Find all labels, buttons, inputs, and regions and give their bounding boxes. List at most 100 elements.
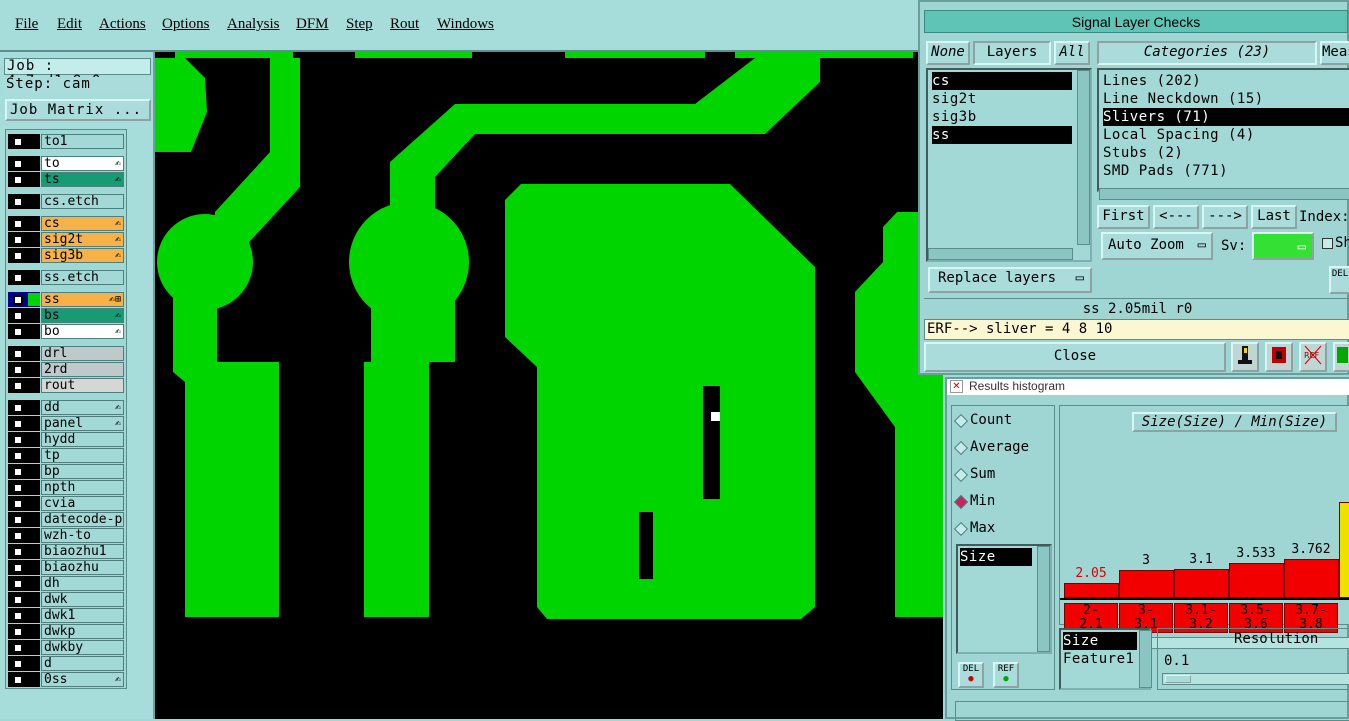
layer-checkbox[interactable]	[13, 451, 23, 461]
layer-checkbox[interactable]	[13, 403, 23, 413]
radio-min[interactable]: Min	[953, 493, 995, 510]
last-button[interactable]: Last	[1251, 205, 1297, 229]
menu-rout[interactable]: Rout	[390, 16, 419, 33]
layer-list-item[interactable]: sig2t	[932, 90, 977, 108]
menu-windows[interactable]: Windows	[437, 16, 494, 33]
layer-checkbox[interactable]	[13, 251, 23, 261]
category-item-selected[interactable]: Slivers (71)	[1103, 108, 1349, 126]
layer-row-bp[interactable]: bp	[8, 464, 127, 479]
layer-name[interactable]: sig3b ✍	[41, 248, 124, 263]
category-item[interactable]: Stubs (2)	[1103, 144, 1183, 162]
layer-row-ts[interactable]: ts ✍	[8, 172, 127, 187]
slider-handle[interactable]	[1165, 675, 1191, 683]
del-button-small[interactable]: DEL	[1329, 266, 1349, 294]
sh-checkbox[interactable]	[1322, 238, 1333, 249]
layer-select-list[interactable]: cs sig2t sig3b ss	[926, 68, 1092, 262]
layer-name[interactable]: ss.etch	[41, 270, 124, 285]
layer-checkbox[interactable]	[13, 499, 23, 509]
ref-button[interactable]: REF ●	[993, 662, 1019, 688]
layer-name[interactable]: biaozhu	[41, 560, 124, 575]
layer-checkbox[interactable]	[13, 435, 23, 445]
auto-zoom-dropdown[interactable]: Auto Zoom ▭	[1101, 232, 1213, 260]
histogram-bar[interactable]	[1064, 583, 1119, 598]
all-button[interactable]: All	[1054, 41, 1090, 65]
layer-row-dwk[interactable]: dwk	[8, 592, 127, 607]
field-list-scrollbar[interactable]	[1037, 546, 1050, 652]
first-button[interactable]: First	[1097, 205, 1150, 229]
layer-row-dh[interactable]: dh	[8, 576, 127, 591]
layer-name[interactable]: biaozhu1	[41, 544, 124, 559]
next-tool-icon[interactable]	[1333, 342, 1349, 372]
layer-list-hscroll[interactable]	[928, 248, 1073, 260]
category-item[interactable]: SMD Pads (771)	[1103, 162, 1228, 180]
resolution-slider[interactable]	[1162, 673, 1349, 685]
layer-name[interactable]: cvia	[41, 496, 124, 511]
layer-row-dwkp[interactable]: dwkp	[8, 624, 127, 639]
layer-row-ss.etch[interactable]: ss.etch	[8, 270, 127, 285]
layer-name[interactable]: panel ✍	[41, 416, 124, 431]
layer-name[interactable]: dwkp	[41, 624, 124, 639]
histogram-bar[interactable]	[1174, 569, 1229, 598]
category-item[interactable]: Lines (202)	[1103, 72, 1201, 90]
histogram-bar[interactable]	[1229, 563, 1284, 598]
layer-name[interactable]: dh	[41, 576, 124, 591]
menu-edit[interactable]: Edit	[57, 16, 82, 33]
layer-row-d[interactable]: d	[8, 656, 127, 671]
del-button[interactable]: DEL ●	[958, 662, 984, 688]
person-tool-icon[interactable]	[1231, 342, 1259, 372]
layer-checkbox[interactable]	[13, 235, 23, 245]
histogram-bar[interactable]	[1119, 570, 1174, 598]
layer-tool-icon[interactable]	[1265, 342, 1293, 372]
layer-checkbox[interactable]	[13, 643, 23, 653]
layer-name[interactable]: dwk1	[41, 608, 124, 623]
menu-options[interactable]: Options	[162, 16, 210, 33]
layer-checkbox[interactable]	[13, 311, 23, 321]
job-matrix-button[interactable]: Job Matrix ...	[5, 99, 151, 121]
layer-row-panel[interactable]: panel ✍	[8, 416, 127, 431]
close-icon[interactable]: ✕	[950, 380, 963, 393]
layer-checkbox[interactable]	[13, 137, 23, 147]
categories-hscroll[interactable]	[1099, 188, 1349, 200]
layer-name[interactable]: datecode-ptc	[41, 512, 124, 527]
radio-count[interactable]: Count	[953, 412, 1012, 429]
none-button[interactable]: None	[926, 41, 970, 65]
layer-name[interactable]: tp	[41, 448, 124, 463]
menu-step[interactable]: Step	[346, 16, 373, 33]
layer-name[interactable]: bo ✍	[41, 324, 124, 339]
tab-measures[interactable]: Meas	[1320, 41, 1349, 65]
layer-list-item[interactable]: ss	[932, 126, 1072, 144]
layer-checkbox[interactable]	[13, 175, 23, 185]
layer-row-dwkby[interactable]: dwkby	[8, 640, 127, 655]
layer-name[interactable]: to1	[41, 134, 124, 149]
sv-color-dropdown[interactable]: ▭	[1252, 232, 1314, 260]
layer-row-hydd[interactable]: hydd	[8, 432, 127, 447]
layer-list-item[interactable]: cs	[932, 72, 1072, 90]
ref-tool-icon[interactable]: REF	[1299, 342, 1327, 372]
second-list-scrollbar[interactable]	[1139, 630, 1152, 688]
layer-checkbox[interactable]	[13, 365, 23, 375]
layer-row-to1[interactable]: to1	[8, 134, 127, 149]
layer-row-bo[interactable]: bo ✍	[8, 324, 127, 339]
layer-row-dd[interactable]: dd ✍	[8, 400, 127, 415]
menu-file[interactable]: File	[15, 16, 38, 33]
layer-checkbox[interactable]	[13, 515, 23, 525]
layer-name[interactable]: wzh-to	[41, 528, 124, 543]
layer-row-dwk1[interactable]: dwk1	[8, 608, 127, 623]
layer-checkbox[interactable]	[13, 381, 23, 391]
second-list[interactable]: Size Feature1	[1059, 628, 1152, 690]
layer-checkbox[interactable]	[13, 419, 23, 429]
layer-row-rout[interactable]: rout	[8, 378, 127, 393]
layer-name[interactable]: drl	[41, 346, 124, 361]
category-item[interactable]: Line Neckdown (15)	[1103, 90, 1264, 108]
layer-row-sig2t[interactable]: sig2t ✍	[8, 232, 127, 247]
graphics-canvas[interactable]	[155, 52, 943, 719]
layer-row-drl[interactable]: drl	[8, 346, 127, 361]
layers-button[interactable]: Layers	[973, 41, 1051, 65]
layer-name[interactable]: npth	[41, 480, 124, 495]
layer-row-sig3b[interactable]: sig3b ✍	[8, 248, 127, 263]
layer-row-bs[interactable]: bs ✍	[8, 308, 127, 323]
layer-checkbox[interactable]	[13, 579, 23, 589]
tab-categories[interactable]: Categories (23)	[1097, 41, 1317, 65]
layer-checkbox[interactable]	[13, 547, 23, 557]
layer-row-to[interactable]: to ✍	[8, 156, 127, 171]
